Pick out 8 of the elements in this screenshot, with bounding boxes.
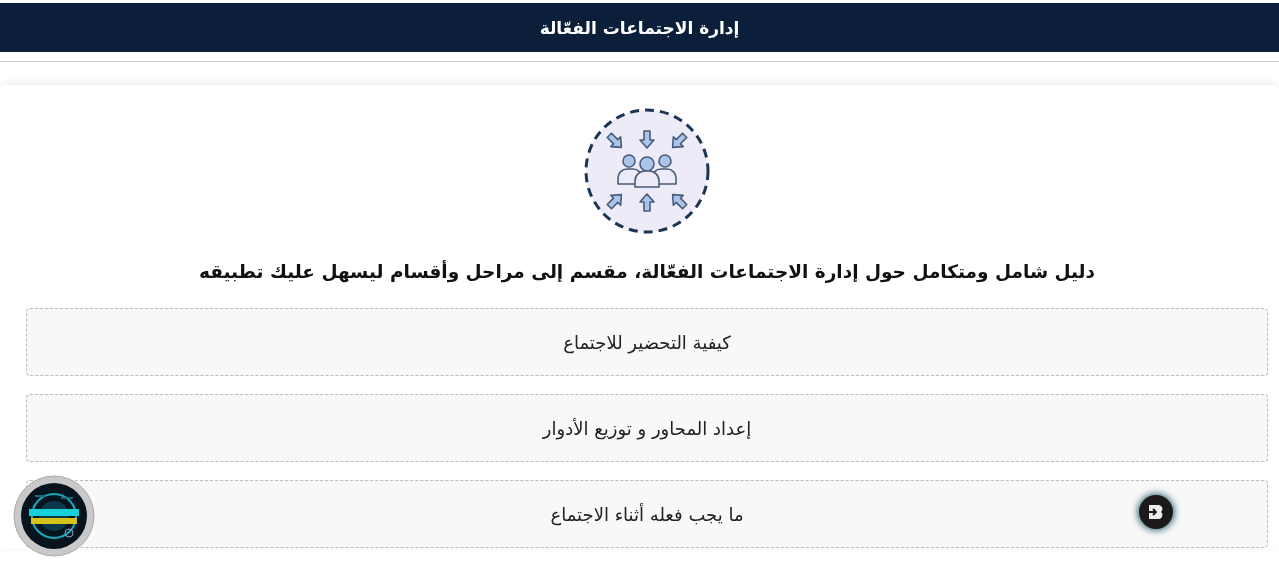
- accordion-item[interactable]: كيفية التحضير للاجتماع: [26, 308, 1268, 376]
- accordion-item[interactable]: ما يجب فعله أثناء الاجتماع: [26, 480, 1268, 548]
- meeting-group-icon: [583, 107, 711, 235]
- exit-icon: [1147, 504, 1165, 520]
- header-title: إدارة الاجتماعات الفعّالة: [539, 17, 740, 38]
- intro-heading: دليل شامل ومتكامل حول إدارة الاجتماعات الفعّالة، مقسم إلى مراحل وأقسام ليسهل عليك تطبيقه: [198, 261, 1096, 282]
- accordion-item[interactable]: إعداد المحاور و توزيع الأدوار: [26, 394, 1268, 462]
- share-button[interactable]: [1139, 495, 1173, 529]
